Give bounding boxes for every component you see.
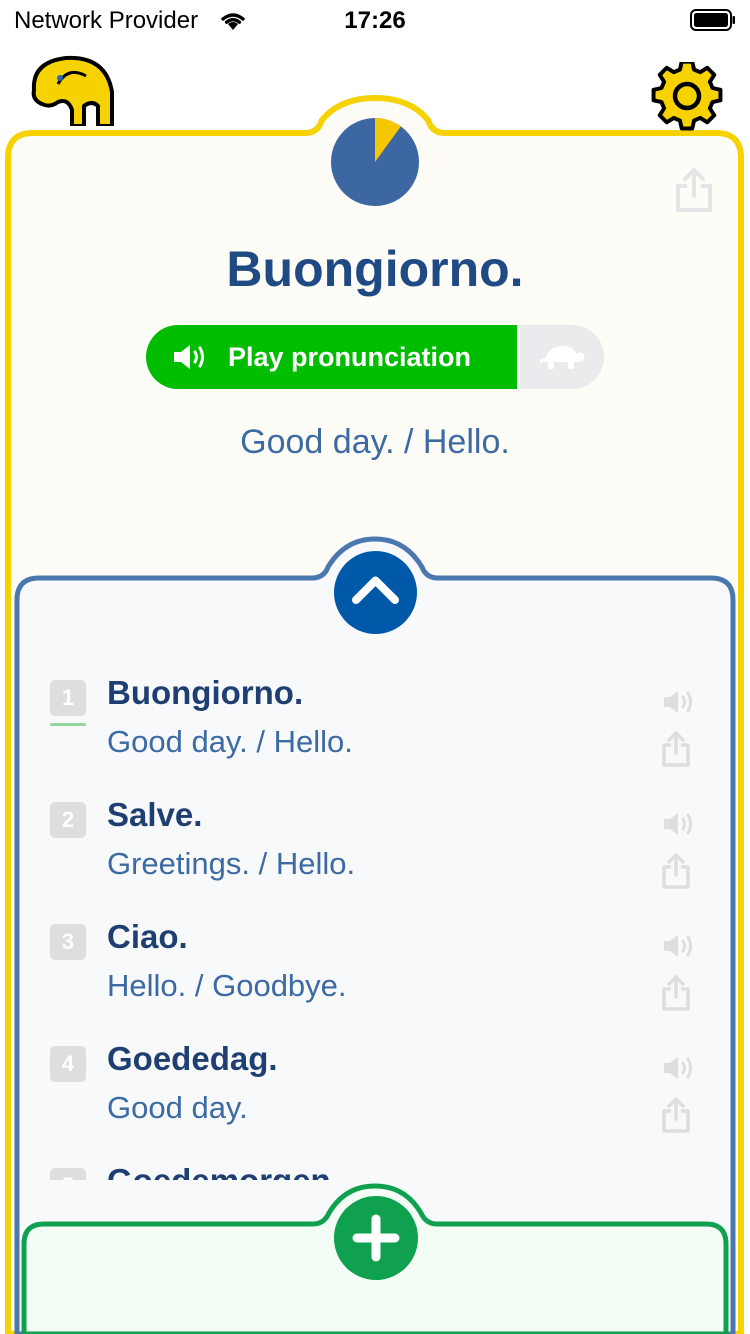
speaker-icon[interactable] [662, 810, 696, 838]
share-icon[interactable] [661, 852, 691, 890]
gear-icon[interactable] [651, 62, 723, 134]
speaker-icon[interactable] [662, 1054, 696, 1082]
phrase-number-badge: 2 [50, 802, 86, 838]
share-icon[interactable] [674, 166, 714, 214]
play-pronunciation-button[interactable]: Play pronunciation [146, 325, 517, 389]
phrase-translation: Good day. [107, 1090, 248, 1125]
phrase-translation: Good day. / Hello. [107, 724, 353, 759]
phrase-number-badge: 3 [50, 924, 86, 960]
share-icon[interactable] [661, 730, 691, 768]
battery-icon [690, 9, 735, 31]
phrase-text: Goedemorgen. [107, 1162, 340, 1180]
play-pronunciation-label: Play pronunciation [228, 341, 472, 372]
speaker-icon[interactable] [662, 932, 696, 960]
phrase-text: Goededag. [107, 1040, 278, 1077]
phrase-number-badge: 1 [50, 680, 86, 716]
progress-underline [50, 723, 86, 726]
phrase-text: Salve. [107, 796, 203, 833]
phrase-list-item[interactable]: 4 Goededag. Good day. [21, 1040, 731, 1166]
phrase-number-badge: 5 [50, 1168, 86, 1180]
phrase-list-item[interactable]: 1 Buongiorno. Good day. / Hello. [21, 674, 731, 800]
phrase-text: Ciao. [107, 918, 188, 955]
phrase-list-item[interactable]: 5 Goedemorgen. [21, 1162, 731, 1180]
status-time: 17:26 [344, 7, 406, 34]
phrase-list: 1 Buongiorno. Good day. / Hello. 2 Salve. Gre… [21, 580, 731, 1180]
slow-playback-button[interactable] [520, 325, 604, 389]
current-phrase-title: Buongiorno. [226, 241, 524, 297]
status-bar: Network Provider 17:26 [0, 0, 750, 40]
phrase-translation: Greetings. / Hello. [107, 846, 356, 881]
phrase-list-item[interactable]: 2 Salve. Greetings. / Hello. [21, 796, 731, 922]
elephant-icon[interactable] [28, 54, 120, 126]
collapse-list-button[interactable] [334, 551, 417, 634]
phrase-text: Buongiorno. [107, 674, 304, 711]
add-phrase-button[interactable] [334, 1196, 418, 1280]
turtle-icon [539, 346, 585, 369]
share-icon[interactable] [661, 1096, 691, 1134]
speaker-icon[interactable] [662, 688, 696, 716]
speaker-icon[interactable] [662, 1176, 696, 1180]
share-icon[interactable] [661, 974, 691, 1012]
phrase-list-item[interactable]: 3 Ciao. Hello. / Goodbye. [21, 918, 731, 1044]
progress-pie [331, 118, 419, 206]
speaker-icon [174, 345, 204, 369]
phrase-translation: Hello. / Goodbye. [107, 968, 347, 1003]
phrase-number-badge: 4 [50, 1046, 86, 1082]
current-phrase-translation: Good day. / Hello. [240, 423, 510, 461]
